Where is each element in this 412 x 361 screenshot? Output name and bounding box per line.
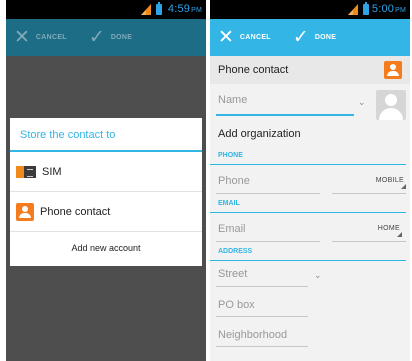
name-placeholder: Name — [218, 94, 248, 106]
name-field[interactable]: Name ⌄ — [210, 84, 410, 120]
cancel-label: CANCEL — [239, 34, 271, 41]
battery-icon — [156, 2, 162, 15]
email-type-selector[interactable]: HOME — [378, 225, 403, 237]
neighborhood-field[interactable]: Neighborhood — [210, 321, 410, 351]
signal-icon — [141, 4, 151, 15]
done-check-icon: ✓ — [292, 26, 309, 48]
section-email: EMAIL — [210, 198, 406, 213]
neighborhood-placeholder: Neighborhood — [218, 329, 288, 341]
cancel-x-icon: ✕ — [218, 26, 234, 48]
add-organization-label: Add organization — [218, 128, 301, 140]
left-phone-screen: 4:59PM ✕ CANCEL ✓ DONE Store the contact… — [6, 0, 206, 361]
phone-placeholder: Phone — [218, 175, 250, 187]
done-button[interactable]: ✓ DONE — [67, 19, 132, 56]
done-label: DONE — [110, 34, 133, 41]
battery-icon — [363, 2, 369, 15]
email-field[interactable]: Email HOME — [210, 213, 410, 246]
option-phone-contact[interactable]: Phone contact — [10, 192, 202, 232]
section-phone: PHONE — [210, 150, 406, 165]
chevron-down-icon[interactable]: ⌄ — [314, 271, 322, 281]
option-sim[interactable]: SIM — [10, 152, 202, 192]
phone-field[interactable]: Phone MOBILE — [210, 165, 410, 198]
status-bar: 5:00PM — [210, 0, 410, 19]
signal-icon — [348, 4, 358, 15]
store-contact-dialog: Store the contact to SIM Phone contact A… — [10, 118, 202, 266]
sim-card-icon — [16, 165, 36, 178]
add-new-account-button[interactable]: Add new account — [10, 232, 202, 264]
po-box-field[interactable]: PO box — [210, 291, 410, 321]
done-button[interactable]: ✓ DONE — [271, 19, 336, 56]
status-bar: 4:59PM — [6, 0, 206, 19]
street-placeholder: Street — [218, 268, 248, 280]
cancel-button[interactable]: ✕ CANCEL — [6, 19, 67, 56]
email-placeholder: Email — [218, 223, 246, 235]
contact-icon — [16, 202, 34, 221]
status-time: 5:00PM — [371, 3, 406, 15]
done-check-icon: ✓ — [88, 26, 105, 48]
done-label: DONE — [314, 34, 337, 41]
right-phone-screen: 5:00PM ✕ CANCEL ✓ DONE Phone contact Nam… — [210, 0, 410, 361]
cancel-label: CANCEL — [35, 34, 67, 41]
option-phone-contact-label: Phone contact — [40, 205, 111, 218]
chevron-down-icon[interactable]: ⌄ — [358, 98, 366, 108]
cancel-x-icon: ✕ — [14, 26, 30, 48]
action-bar: ✕ CANCEL ✓ DONE — [6, 19, 206, 56]
add-organization-button[interactable]: Add organization — [210, 120, 410, 150]
contact-icon — [384, 61, 402, 79]
section-address: ADDRESS — [210, 246, 406, 261]
po-box-placeholder: PO box — [218, 299, 255, 311]
account-title: Phone contact — [218, 64, 289, 76]
option-sim-label: SIM — [42, 165, 62, 178]
status-time: 4:59PM — [167, 3, 202, 15]
phone-type-selector[interactable]: MOBILE — [376, 177, 407, 189]
action-bar: ✕ CANCEL ✓ DONE — [210, 19, 410, 56]
dialog-title: Store the contact to — [10, 118, 202, 152]
street-field[interactable]: Street ⌄ — [210, 261, 410, 291]
cancel-button[interactable]: ✕ CANCEL — [210, 19, 271, 56]
avatar-placeholder-icon[interactable] — [376, 90, 406, 120]
account-header[interactable]: Phone contact — [210, 56, 410, 84]
